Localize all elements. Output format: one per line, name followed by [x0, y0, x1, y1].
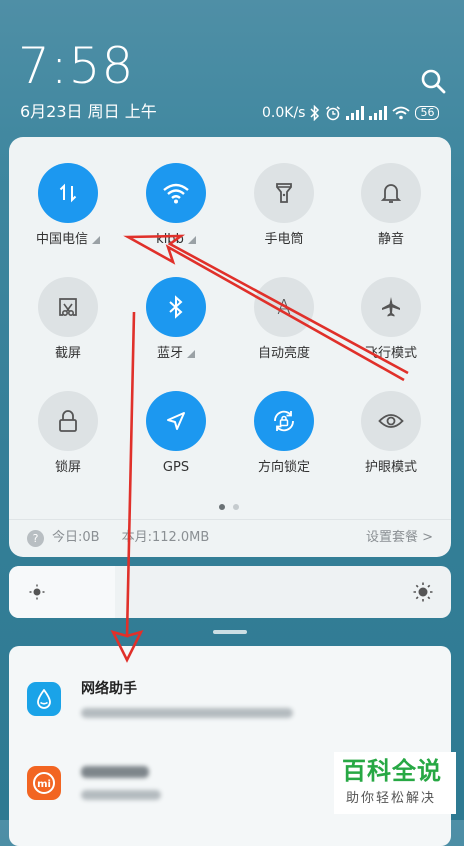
wifi-icon[interactable] [146, 163, 206, 223]
watermark-title: 百科全说 [342, 757, 442, 785]
dropdown-corner-icon[interactable] [92, 235, 100, 244]
lock-icon[interactable] [38, 391, 98, 451]
quick-tile[interactable]: 蓝牙 [131, 277, 221, 363]
tile-label: GPS [162, 460, 190, 475]
divider [9, 519, 451, 520]
mi-logo-icon: mi [27, 766, 61, 800]
signal-icon [346, 106, 365, 120]
brightness-fill [9, 566, 116, 618]
network-speed: 0.0K/s [262, 105, 306, 121]
quick-tile[interactable]: 截屏 [23, 277, 113, 363]
dropdown-corner-icon[interactable] [187, 349, 195, 358]
notification-list[interactable]: 网络助手 mi [9, 646, 451, 846]
page-indicator [219, 504, 239, 510]
water-drop-icon [27, 682, 61, 716]
location-arrow-icon[interactable] [146, 391, 206, 451]
tile-label: 方向锁定 [257, 460, 310, 475]
quick-tile[interactable]: 方向锁定 [239, 391, 329, 477]
status-icons: 0.0K/s 56 [262, 102, 440, 124]
tile-label: klbb [131, 231, 221, 249]
data-transfer-icon[interactable] [38, 163, 98, 223]
usage-today: 今日:0B [52, 530, 100, 545]
bluetooth-status-icon [310, 105, 320, 121]
airplane-icon[interactable] [361, 277, 421, 337]
set-plan-link[interactable]: 设置套餐 > [366, 528, 433, 548]
tile-label: 静音 [377, 232, 404, 247]
wifi-status-icon [392, 106, 411, 120]
tile-label: 锁屏 [54, 460, 81, 475]
quick-tile[interactable]: 静音 [346, 163, 436, 249]
auto-brightness-icon[interactable]: A [254, 277, 314, 337]
quick-tile[interactable]: GPS [131, 391, 221, 477]
svg-text:mi: mi [37, 779, 51, 790]
quick-tile[interactable]: 中国电信 [23, 163, 113, 249]
screenshot-scissors-icon[interactable] [38, 277, 98, 337]
quick-tile[interactable]: klbb [131, 163, 221, 249]
watermark-logo: 百科全说 助你轻松解决 [334, 752, 456, 814]
page-dot[interactable] [233, 504, 239, 510]
rotation-lock-icon[interactable] [254, 391, 314, 451]
tile-label: 中国电信 [23, 231, 113, 249]
usage-month: 本月:112.0MB [121, 530, 210, 545]
notification-title-blurred [81, 766, 149, 778]
quick-tile[interactable]: 手电筒 [239, 163, 329, 249]
brightness-high-icon [413, 582, 433, 602]
quick-tile[interactable]: 飞行模式 [346, 277, 436, 363]
notification-text-blurred [81, 708, 293, 718]
clock-time: 7:58 [18, 37, 135, 95]
quick-tile[interactable]: A 自动亮度 [239, 277, 329, 363]
bluetooth-icon[interactable] [146, 277, 206, 337]
page-dot[interactable] [219, 504, 225, 510]
quick-settings-panel: 中国电信 klbb 手电筒 静音 截屏 蓝牙 A 自动亮度 飞行模式 锁屏 GPS 方向锁定 护眼模式 … [9, 137, 451, 557]
quick-tile[interactable]: 锁屏 [23, 391, 113, 477]
drag-handle[interactable] [213, 630, 247, 634]
tile-label: 自动亮度 [257, 346, 310, 361]
battery-indicator: 56 [415, 106, 440, 120]
tile-label: 手电筒 [264, 232, 304, 247]
svg-text:A: A [277, 295, 291, 319]
flashlight-icon[interactable] [254, 163, 314, 223]
search-icon[interactable] [420, 68, 446, 94]
bell-icon[interactable] [361, 163, 421, 223]
alarm-icon [326, 106, 341, 121]
brightness-slider[interactable] [9, 566, 451, 618]
tile-label: 护眼模式 [364, 460, 417, 475]
tile-label: 蓝牙 [131, 345, 221, 363]
signal-icon [369, 106, 388, 120]
tile-label: 飞行模式 [364, 346, 417, 361]
notification-text-blurred [81, 790, 161, 800]
tile-label: 截屏 [54, 346, 81, 361]
notification-title: 网络助手 [81, 681, 137, 697]
date-label: 6月23日 周日 上午 [20, 102, 157, 121]
watermark-subtitle: 助你轻松解决 [346, 791, 437, 806]
data-usage: ? 今日:0B 本月:112.0MB [27, 528, 209, 548]
brightness-low-icon [29, 584, 45, 600]
eye-icon[interactable] [361, 391, 421, 451]
dropdown-corner-icon[interactable] [187, 235, 196, 244]
help-icon[interactable]: ? [27, 529, 44, 547]
quick-tile[interactable]: 护眼模式 [346, 391, 436, 477]
